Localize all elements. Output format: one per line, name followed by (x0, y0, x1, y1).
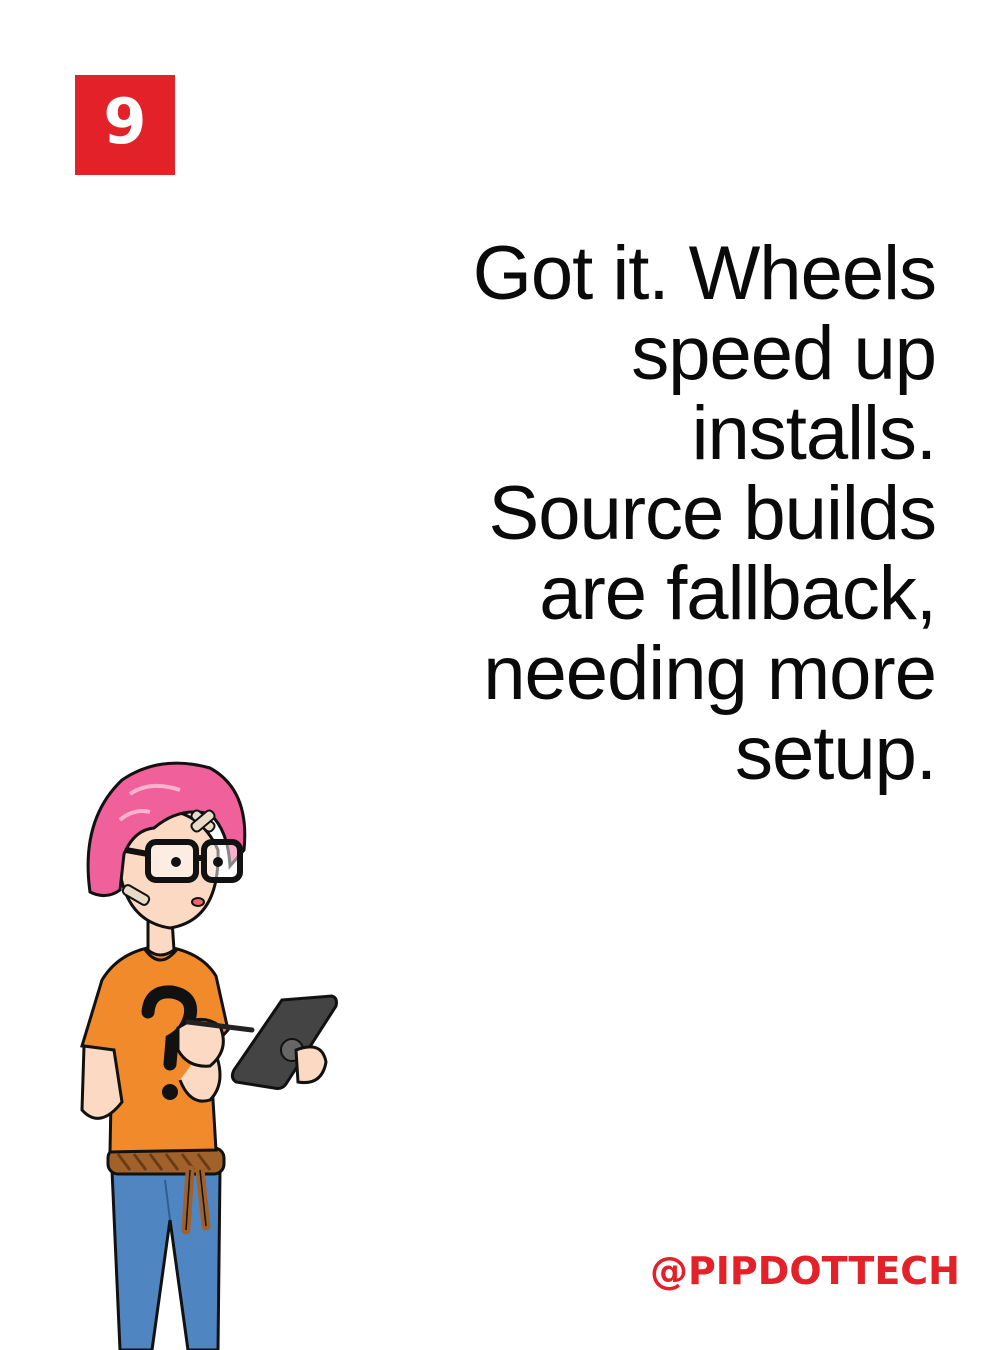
message-line: Got it. Wheels (472, 231, 937, 316)
message-line: Source builds (488, 471, 938, 556)
message-line: installs. (691, 391, 937, 476)
left-arm (80, 1044, 124, 1120)
message-line: setup. (734, 711, 937, 796)
message-line: are fallback, (539, 551, 937, 636)
page-number-badge: 9 (75, 75, 175, 175)
message-line: needing more (483, 631, 937, 716)
social-handle: @PIPDOTTECH (649, 1249, 960, 1293)
tablet-device (230, 994, 338, 1090)
message-text: Got it. Wheels speed up installs. Source… (376, 231, 938, 796)
head (86, 761, 247, 930)
page-number: 9 (103, 85, 147, 158)
message-line: speed up (631, 311, 937, 396)
character-illustration (80, 761, 338, 1350)
